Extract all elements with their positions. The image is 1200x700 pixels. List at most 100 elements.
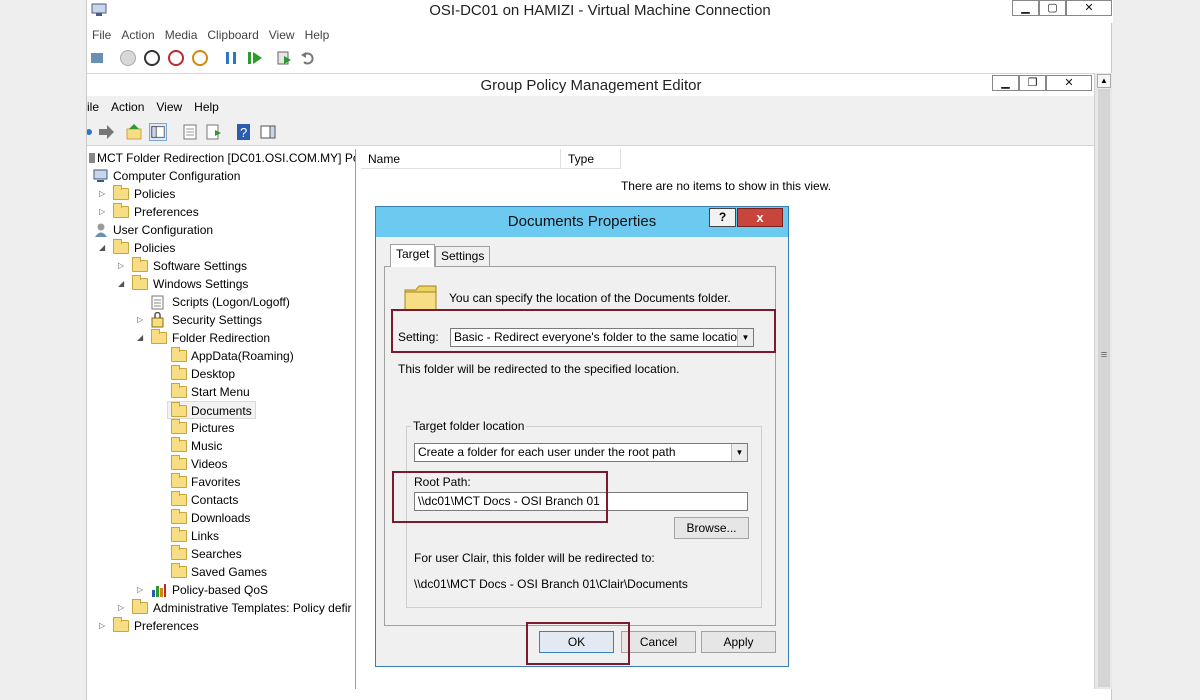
- save-state-icon[interactable]: [192, 50, 208, 66]
- apply-button[interactable]: Apply: [701, 631, 776, 653]
- collapse-chevron-icon[interactable]: ◢: [118, 275, 128, 293]
- help-icon[interactable]: ?: [235, 123, 253, 141]
- intro-text: You can specify the location of the Docu…: [449, 291, 731, 305]
- gpm-restore-button[interactable]: ❐: [1019, 75, 1046, 91]
- tree-uc-preferences-label: Preferences: [134, 619, 199, 633]
- expand-chevron-icon[interactable]: ▷: [99, 617, 109, 635]
- gpm-close-button[interactable]: ✕: [1046, 75, 1092, 91]
- tree-folder-redirection-label: Folder Redirection: [172, 331, 271, 345]
- tree-admin-templates-label: Administrative Templates: Policy defir: [153, 601, 352, 615]
- column-header-type[interactable]: Type: [561, 149, 621, 169]
- browse-button[interactable]: Browse...: [674, 517, 749, 539]
- turn-off-icon[interactable]: [144, 50, 160, 66]
- up-folder-icon[interactable]: [125, 123, 143, 141]
- tab-target[interactable]: Target: [390, 244, 436, 267]
- folder-icon: [171, 473, 187, 488]
- folder-icon: [171, 491, 187, 506]
- empty-view-message: There are no items to show in this view.: [620, 179, 832, 193]
- tab-settings[interactable]: Settings: [435, 246, 491, 267]
- gpm-menu-view[interactable]: View: [150, 96, 188, 118]
- show-hide-tree-icon[interactable]: [149, 123, 167, 141]
- gpm-title-bar: Group Policy Management Editor ▁ ❐ ✕: [87, 73, 1095, 96]
- expand-chevron-icon[interactable]: ▷: [137, 311, 147, 329]
- tree-folder-label: AppData(Roaming): [191, 349, 294, 363]
- tree-security-settings-label: Security Settings: [172, 313, 263, 327]
- export-list-icon[interactable]: [205, 123, 223, 141]
- folder-icon: [171, 419, 187, 434]
- folder-open-icon: [132, 275, 148, 290]
- scrollbar-thumb[interactable]: [1098, 89, 1110, 687]
- dropdown-arrow-icon[interactable]: ▼: [731, 444, 747, 461]
- folder-icon: [171, 365, 187, 380]
- tree-folder-documents[interactable]: Documents: [167, 401, 256, 419]
- forward-icon[interactable]: [97, 123, 115, 141]
- folder-icon: [171, 527, 187, 542]
- folder-open-icon: [151, 329, 167, 344]
- grip-icon: ≡: [1100, 349, 1108, 361]
- folder-icon: [171, 383, 187, 398]
- folder-icon: [113, 617, 129, 632]
- gpm-menubar: ile Action View Help: [87, 96, 1095, 118]
- gpm-menu-help[interactable]: Help: [188, 96, 225, 118]
- folder-icon: [113, 203, 129, 218]
- revert-icon[interactable]: [300, 50, 316, 66]
- vm-menu-file[interactable]: File: [87, 24, 116, 46]
- tree-root-label: MCT Folder Redirection [DC01.OSI.COM.MY]…: [97, 151, 356, 165]
- vm-menu-clipboard[interactable]: Clipboard: [202, 24, 263, 46]
- target-folder-combobox[interactable]: Create a folder for each user under the …: [414, 443, 748, 462]
- cancel-button[interactable]: Cancel: [621, 631, 696, 653]
- security-lock-icon: [151, 312, 164, 328]
- help-button[interactable]: ?: [709, 208, 736, 227]
- checkpoint-icon[interactable]: [276, 50, 292, 66]
- properties-icon[interactable]: [181, 123, 199, 141]
- expand-chevron-icon[interactable]: ▷: [118, 257, 128, 275]
- vm-menu-help[interactable]: Help: [300, 24, 335, 46]
- vm-title-bar: OSI-DC01 on HAMIZI - Virtual Machine Con…: [87, 0, 1113, 23]
- ctrl-alt-del-icon[interactable]: [89, 50, 105, 66]
- column-header-name[interactable]: Name: [361, 149, 561, 169]
- close-button[interactable]: x: [737, 208, 783, 227]
- vm-minimize-button[interactable]: ▁: [1012, 0, 1039, 16]
- show-action-pane-icon[interactable]: [259, 123, 277, 141]
- expand-chevron-icon[interactable]: ▷: [99, 185, 109, 203]
- vm-title: OSI-DC01 on HAMIZI - Virtual Machine Con…: [429, 2, 771, 19]
- tree-pane: MCT Folder Redirection [DC01.OSI.COM.MY]…: [87, 149, 356, 689]
- folder-icon: [171, 509, 187, 524]
- vm-menu-view[interactable]: View: [264, 24, 300, 46]
- collapse-chevron-icon[interactable]: ◢: [137, 329, 147, 347]
- collapse-chevron-icon[interactable]: ◢: [99, 239, 109, 257]
- tree-folder-label: Documents: [191, 404, 252, 418]
- shutdown-icon[interactable]: [168, 50, 184, 66]
- tree-folder-label: Videos: [191, 457, 228, 471]
- svg-text:?: ?: [240, 125, 247, 140]
- tree-scripts-label: Scripts (Logon/Logoff): [172, 295, 290, 309]
- start-icon[interactable]: [120, 50, 136, 66]
- tree-folder-label: Searches: [191, 547, 242, 561]
- tree-software-settings-label: Software Settings: [153, 259, 248, 273]
- gpm-menu-action[interactable]: Action: [105, 96, 150, 118]
- script-icon: [151, 295, 164, 310]
- documents-properties-dialog: Documents Properties ? x Target Settings…: [375, 206, 789, 667]
- scroll-up-icon[interactable]: ▲: [1097, 74, 1111, 88]
- vm-close-button[interactable]: ✕: [1066, 0, 1112, 16]
- resume-icon[interactable]: [247, 50, 263, 66]
- ok-highlight-box: [526, 622, 630, 665]
- gpm-menu-file[interactable]: ile: [87, 96, 105, 118]
- tree-folder-label: Contacts: [191, 493, 239, 507]
- vertical-scrollbar[interactable]: ▲ ≡: [1094, 73, 1112, 689]
- tree-folder-label: Desktop: [191, 367, 236, 381]
- folder-open-icon: [171, 402, 187, 417]
- vm-menu-action[interactable]: Action: [116, 24, 159, 46]
- folder-icon: [171, 347, 187, 362]
- pause-icon[interactable]: [223, 50, 239, 66]
- setting-highlight-box: [391, 309, 776, 353]
- tree-uc-policies-label: Policies: [134, 241, 176, 255]
- folder-large-icon: [404, 285, 437, 311]
- vm-menubar: File Action Media Clipboard View Help: [87, 24, 1113, 46]
- vm-maximize-button[interactable]: ▢: [1039, 0, 1066, 16]
- gpm-minimize-button[interactable]: ▁: [992, 75, 1019, 91]
- expand-chevron-icon[interactable]: ▷: [118, 599, 128, 617]
- expand-chevron-icon[interactable]: ▷: [99, 203, 109, 221]
- expand-chevron-icon[interactable]: ▷: [137, 581, 147, 599]
- vm-menu-media[interactable]: Media: [160, 24, 203, 46]
